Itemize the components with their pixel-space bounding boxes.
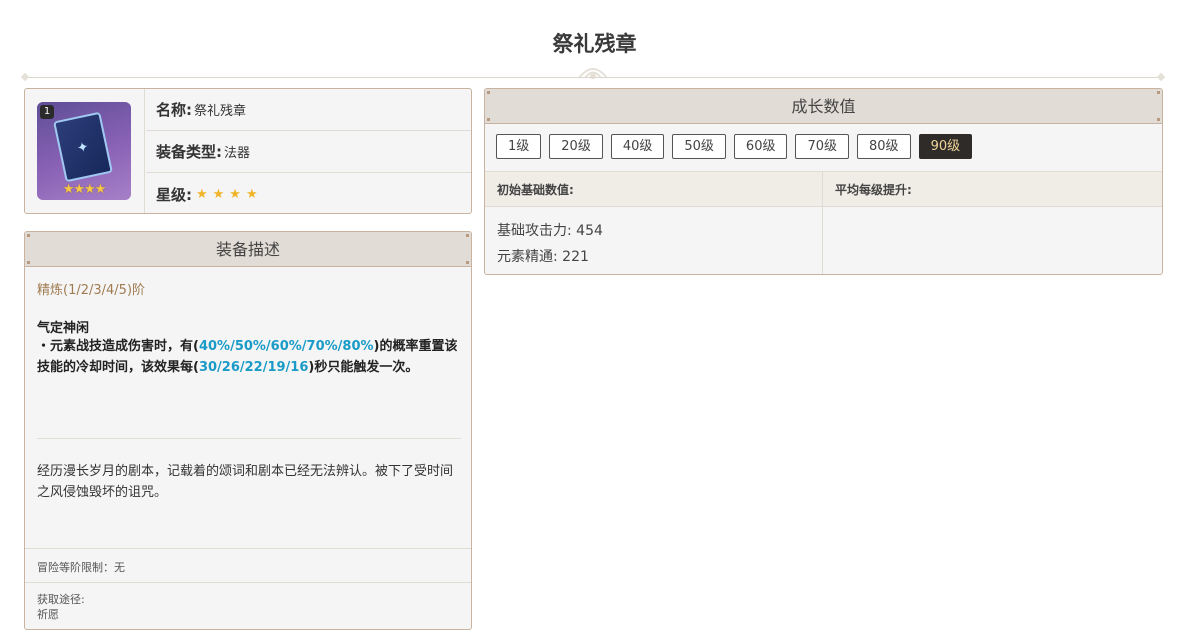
rarity-label: 星级: (156, 185, 192, 204)
weapon-name: 祭礼残章 (194, 104, 247, 119)
weapon-info-card: 1 ✦ ★★★★ 名称: 祭礼残章 装备类型: 法器 星级: ★★★★ (24, 88, 472, 214)
adventure-rank-text: 冒险等阶限制：无 (37, 561, 125, 574)
level-tab-70[interactable]: 70级 (795, 134, 850, 159)
adventure-rank-limit: 冒险等阶限制：无 (25, 548, 471, 582)
base-stats-values: 基础攻击力: 454 元素精通: 221 (497, 218, 603, 270)
weapon-thumbnail-cell: 1 ✦ ★★★★ (25, 89, 145, 213)
refinement-text: 精炼(1/2/3/4/5)阶 (37, 283, 146, 298)
level-badge: 1 (40, 105, 54, 119)
type-row: 装备类型: 法器 (146, 131, 471, 173)
page-title: 祭礼残章 (552, 32, 637, 56)
level-tab-50[interactable]: 50级 (672, 134, 726, 159)
description-header-label: 装备描述 (215, 240, 280, 259)
base-stats-header: 初始基础数值: (497, 183, 574, 197)
level-tab-90[interactable]: 90级 (918, 134, 973, 159)
name-label: 名称: (156, 101, 192, 119)
acquisition-section: 获取途径: 祈愿 (25, 582, 471, 629)
level-tab-20[interactable]: 20级 (549, 134, 603, 159)
skill-chance-values: 40%/50%/60%/70%/80% (198, 339, 374, 354)
name-row: 名称: 祭礼残章 (146, 89, 471, 131)
rarity-row: 星级: ★★★★ (146, 173, 471, 213)
level-tab-60[interactable]: 60级 (733, 134, 788, 159)
per-level-header: 平均每级提升: (835, 183, 912, 197)
skill-name: 气定神闲 (37, 321, 90, 336)
skill-prefix: ・元素战技造成伤害时，有( (37, 339, 199, 354)
stat-atk: 基础攻击力: 454 (497, 223, 603, 239)
description-panel: 装备描述 精炼(1/2/3/4/5)阶 气定神闲 ・元素战技造成伤害时，有(40… (24, 231, 472, 630)
source-value: 祈愿 (37, 608, 59, 621)
thumbnail-stars: ★★★★ (62, 182, 107, 197)
type-label: 装备类型: (156, 143, 222, 161)
level-tab-1[interactable]: 1级 (496, 134, 542, 159)
description-header: 装备描述 (25, 232, 471, 267)
title-ornament-icon (578, 68, 608, 79)
lore-text: 经历漫长岁月的剧本，记载着的颂词和剧本已经无法辨认。被下了受时间之风侵蚀毁坏的诅… (37, 464, 454, 500)
skill-cooldown-values: 30/26/22/19/16 (198, 360, 309, 375)
level-tab-40[interactable]: 40级 (610, 134, 665, 159)
weapon-icon: 1 ✦ ★★★★ (37, 102, 131, 200)
level-selector: 1级 20级 40级 50级 60级 70级 80级 90级 (496, 134, 980, 159)
column-divider (822, 171, 823, 274)
skill-description: ・元素战技造成伤害时，有(40%/50%/60%/70%/80%)的概率重置该技… (37, 336, 462, 378)
growth-header: 成长数值 (485, 89, 1162, 124)
stat-em: 元素精通: 221 (497, 249, 589, 265)
level-tab-80[interactable]: 80级 (857, 134, 911, 159)
rarity-stars: ★★★★ (196, 186, 263, 202)
weapon-type: 法器 (224, 146, 251, 161)
growth-stats-panel: 成长数值 1级 20级 40级 50级 60级 70级 80级 90级 初始基础… (484, 88, 1163, 275)
growth-header-label: 成长数值 (791, 97, 856, 116)
title-divider (24, 77, 1162, 78)
stats-table-header: 初始基础数值: 平均每级提升: (485, 171, 1162, 207)
description-divider (37, 438, 461, 439)
source-label: 获取途径: (37, 593, 85, 606)
skill-suffix: )秒只能触发一次。 (308, 360, 419, 375)
